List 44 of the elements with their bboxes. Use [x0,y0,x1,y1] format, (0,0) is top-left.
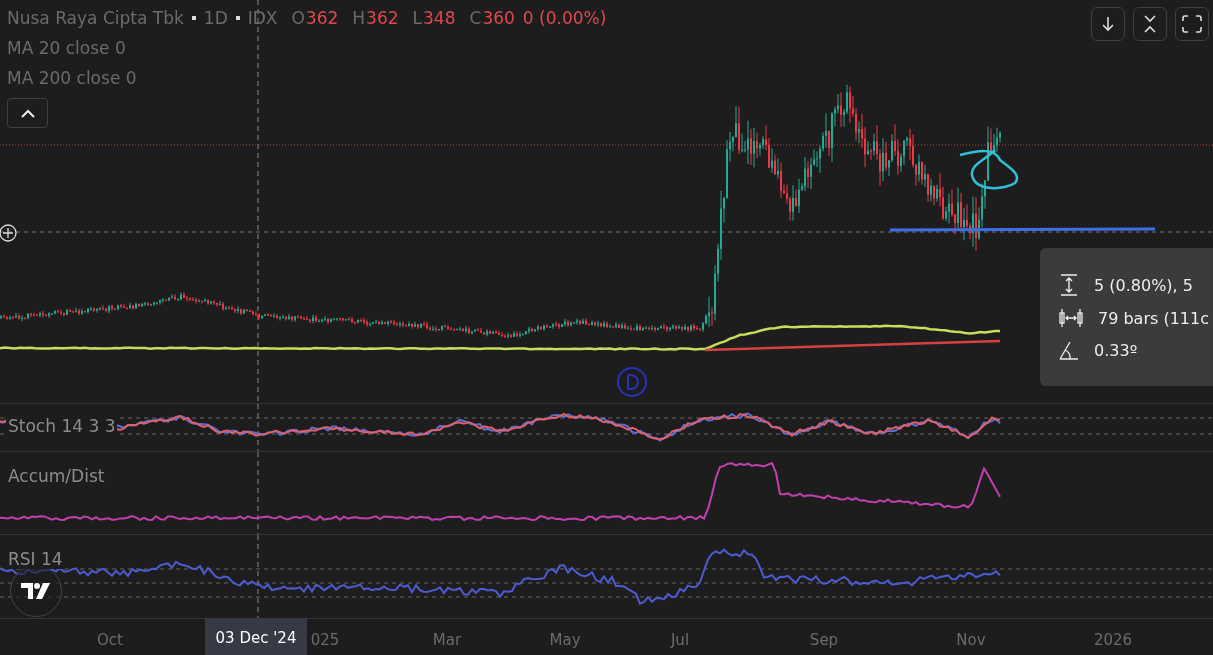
fullscreen-button[interactable] [1175,7,1209,41]
time-axis-label: 2026 [1093,631,1133,649]
ohlc-value: 348 [423,8,456,28]
ohlc-key: L [412,8,423,28]
time-axis-label: 025 [310,631,340,649]
ohlc-key: C [469,8,482,28]
ohlc-key: H [352,8,366,28]
bar-range-icon [1058,308,1084,328]
indicator-label: MA 200 close 0 [7,68,137,88]
collapse-legend-button[interactable] [7,98,48,128]
measure-text: 79 bars (111c [1098,308,1209,328]
measure-text: 0.33º [1094,340,1138,360]
measure-text: 5 (0.80%), 5 [1094,275,1193,295]
logo-icon [21,583,51,599]
fullscreen-icon [1182,15,1202,33]
exchange-label: IDX [247,8,278,28]
time-axis-label: Sep [809,631,839,649]
collapse-button[interactable] [1133,7,1167,41]
freehand-drawing [959,149,1019,190]
ohlc-key: O [291,8,305,28]
interval-label: 1D [203,8,228,28]
indicator-label: Stoch 14 3 3 [6,416,118,436]
download-button[interactable] [1091,7,1125,41]
chevron-up-icon [20,108,35,118]
time-axis-label: Nov [956,631,986,649]
dividend-marker-icon [617,367,647,397]
arrow-down-icon [1100,16,1116,32]
ohlc-value: 360 [482,8,515,28]
time-axis-label: Oct [97,631,123,649]
ohlc-value: 362 [305,8,339,28]
angle-icon [1058,340,1080,360]
plus-circle-icon [0,224,17,242]
change-value: 0 (0.00%) [522,8,607,28]
ohlc-value: 362 [366,8,399,28]
time-axis-label: Mar [432,631,462,649]
symbol-name: Nusa Raya Cipta Tbk [7,8,184,28]
vertical-range-icon [1058,274,1080,296]
indicator-label: MA 20 close 0 [7,38,126,58]
indicator-label: Accum/Dist [6,466,107,486]
time-axis-label: May [549,631,581,649]
time-axis-label: Jul [670,631,690,649]
indicator-label: RSI 14 [6,549,65,569]
collapse-icon [1142,14,1158,34]
crosshair-date-label: 03 Dec '24 [205,619,307,655]
